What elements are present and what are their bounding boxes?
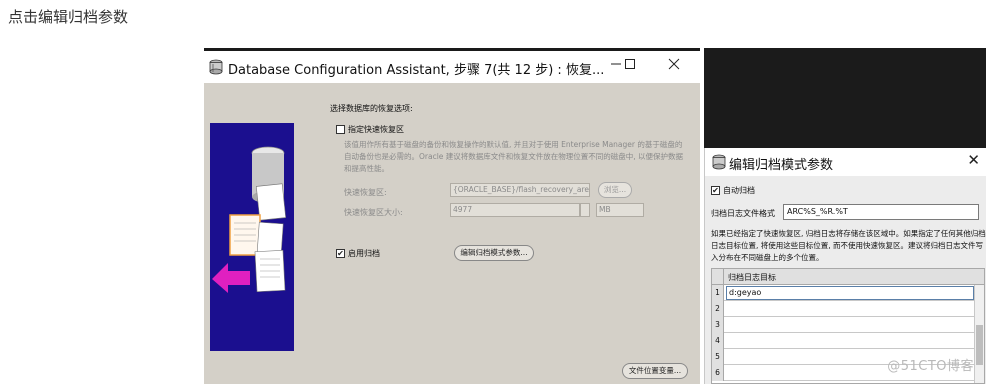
recovery-size-input[interactable]: 4977 — [450, 203, 580, 217]
destination-cell[interactable] — [726, 334, 974, 348]
size-spinner[interactable] — [580, 203, 590, 217]
dbca-titlebar[interactable]: Database Configuration Assistant, 步骤 7(共… — [204, 51, 700, 83]
archive-checkbox[interactable]: ✔ — [336, 249, 345, 258]
recovery-area-input[interactable]: {ORACLE_BASE}/flash_recovery_area — [450, 183, 590, 197]
archive-label: 启用归档 — [348, 249, 380, 258]
table-row: 1 d:geyao — [712, 285, 984, 301]
dark-background-panel — [704, 48, 986, 148]
database-app-icon — [712, 154, 726, 170]
table-row: 3 — [712, 317, 984, 333]
database-documents-illustration — [212, 146, 287, 293]
row-number: 3 — [712, 317, 724, 333]
log-format-input[interactable]: ARC%S_%R.%T — [783, 204, 979, 220]
watermark: @51CTO博客 — [887, 359, 974, 374]
recovery-description: 该值用作所有基于磁盘的备份和恢复操作的默认值, 并且对于使用 Enterpris… — [344, 140, 684, 173]
table-row: 4 — [712, 333, 984, 349]
dbca-window-title: Database Configuration Assistant, 步骤 7(共… — [228, 63, 605, 78]
destination-cell[interactable] — [726, 302, 974, 316]
auto-archive-checkbox[interactable]: ✔ — [711, 186, 720, 195]
browse-button[interactable]: 浏览... — [598, 182, 632, 198]
auto-archive-label: 自动归档 — [723, 186, 755, 195]
recovery-area-label: 快速恢复区: — [344, 188, 387, 197]
table-scrollbar[interactable] — [974, 285, 984, 383]
dialog-titlebar[interactable]: 编辑归档模式参数 ✕ — [705, 148, 986, 176]
arrow-icon — [212, 263, 250, 293]
row-number: 5 — [712, 349, 724, 365]
dbca-window: Database Configuration Assistant, 步骤 7(共… — [204, 48, 700, 384]
fast-recovery-checkbox[interactable] — [336, 125, 345, 134]
instruction-text: 点击编辑归档参数 — [8, 8, 129, 26]
file-location-variables-button[interactable]: 文件位置变量... — [622, 363, 688, 379]
archive-mode-dialog: 编辑归档模式参数 ✕ ✔ 自动归档 归档日志文件格式 ARC%S_%R.%T 如… — [704, 148, 986, 384]
dialog-description: 如果已经指定了快速恢复区, 归档日志将存储在该区域中。如果指定了任何其他归档日志… — [711, 229, 986, 262]
dialog-title: 编辑归档模式参数 — [729, 158, 834, 173]
row-number: 2 — [712, 301, 724, 317]
row-number: 1 — [712, 285, 724, 301]
close-icon[interactable] — [660, 55, 688, 77]
destination-cell[interactable] — [726, 318, 974, 332]
destination-cell[interactable]: d:geyao — [726, 286, 974, 300]
fast-recovery-label: 指定快速恢复区 — [348, 125, 404, 134]
row-number: 6 — [712, 365, 724, 381]
size-unit-select[interactable]: MB — [596, 203, 644, 217]
scrollbar-thumb[interactable] — [976, 325, 983, 365]
column-header-destination: 归档日志目标 — [728, 273, 776, 282]
wizard-illustration — [210, 123, 294, 351]
recovery-size-label: 快速恢复区大小: — [344, 208, 403, 217]
close-icon[interactable]: ✕ — [967, 151, 980, 169]
edit-archive-mode-button[interactable]: 编辑归档模式参数... — [454, 245, 534, 261]
log-format-label: 归档日志文件格式 — [711, 209, 775, 218]
database-app-icon — [209, 59, 223, 75]
table-row: 2 — [712, 301, 984, 317]
section-title: 选择数据库的恢复选项: — [330, 104, 413, 113]
row-number: 4 — [712, 333, 724, 349]
maximize-icon[interactable] — [616, 55, 644, 77]
table-header: 归档日志目标 — [712, 269, 984, 285]
